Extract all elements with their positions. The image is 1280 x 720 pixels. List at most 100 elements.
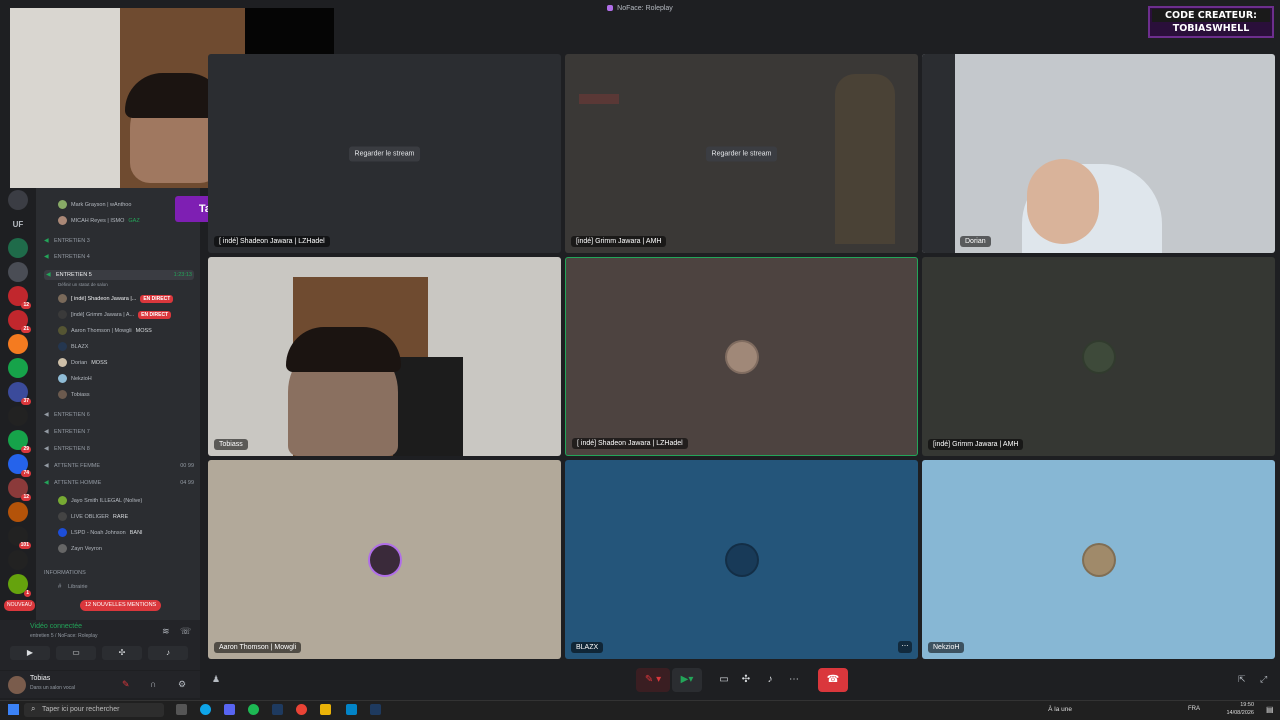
- voice-channel[interactable]: ◀ ENTRETIEN 4: [44, 254, 90, 260]
- voice-user[interactable]: Mark Grayson | wAnthoo: [58, 200, 131, 209]
- app-icon[interactable]: [346, 704, 357, 715]
- clock-time: 19:50: [1240, 702, 1254, 708]
- steam-icon[interactable]: [272, 704, 283, 715]
- taskbar-search[interactable]: Taper ici pour rechercher: [24, 703, 164, 717]
- server-icon[interactable]: [8, 502, 28, 522]
- server-icon[interactable]: [8, 190, 28, 210]
- creator-code-value: TOBIASWHELL: [1172, 23, 1250, 34]
- voice-user[interactable]: Zayn Veyron: [58, 544, 102, 553]
- server-icon[interactable]: 37: [8, 382, 31, 405]
- chrome-icon[interactable]: [296, 704, 307, 715]
- server-icon[interactable]: 1: [8, 574, 31, 597]
- video-tile[interactable]: NekzioH: [922, 460, 1275, 659]
- activities-button[interactable]: ✣: [102, 646, 142, 660]
- spotify-icon[interactable]: [248, 704, 259, 715]
- camera-button[interactable]: ▶▾: [672, 668, 702, 692]
- screen-share-button[interactable]: ▭: [56, 646, 96, 660]
- popout-icon[interactable]: ⇱: [1238, 674, 1246, 685]
- voice-channel[interactable]: ◀ ENTRETIEN 7: [44, 429, 90, 435]
- voice-channel[interactable]: ◀ ATTENTE HOMME 04 99: [44, 480, 194, 486]
- camera-button[interactable]: ▶: [10, 646, 50, 660]
- channel-name: Librairie: [68, 584, 88, 590]
- server-uf[interactable]: UF: [8, 214, 28, 234]
- server-icon[interactable]: 12: [8, 478, 31, 501]
- voice-user[interactable]: LIVE OBLIGER RARE: [58, 512, 128, 521]
- server-icon[interactable]: [8, 262, 28, 282]
- voice-user[interactable]: [indé] Grimm Jawara | A... EN DIRECT: [58, 310, 172, 319]
- voice-user[interactable]: MICAH Reyes | ISMO GAZ: [58, 216, 140, 225]
- stream-tile[interactable]: Regarder le stream [ indé] Shadeon Jawar…: [208, 54, 561, 253]
- text-channel[interactable]: # Librairie: [58, 584, 88, 590]
- voice-user[interactable]: Dorian MOSS: [58, 358, 107, 367]
- server-icon[interactable]: 21: [8, 310, 31, 333]
- voice-channel[interactable]: ◀ ENTRETIEN 6: [44, 412, 90, 418]
- server-icon[interactable]: [8, 238, 28, 258]
- avatar: [58, 342, 67, 351]
- creator-code-label: CODE CREATEUR:: [1152, 9, 1270, 22]
- voice-channel[interactable]: ◀ ENTRETIEN 8: [44, 446, 90, 452]
- edge-icon[interactable]: [200, 704, 211, 715]
- gear-icon[interactable]: ⚙: [178, 679, 186, 690]
- call-controls: ✎ ▾ ▶▾ ▭ ✣ ♪ ⋯ ☎: [636, 668, 848, 692]
- connection-channel[interactable]: entretien 5 / NoFace: Roleplay: [30, 633, 98, 639]
- mute-button[interactable]: ✎ ▾: [636, 668, 670, 692]
- voice-channel-active[interactable]: ◀ ENTRETIEN 5 1:23:13: [44, 270, 194, 280]
- voice-user[interactable]: Jayo Smith ILLEGAL (Nolive): [58, 496, 142, 505]
- server-icon[interactable]: [8, 334, 28, 354]
- server-icon[interactable]: 29: [8, 430, 31, 453]
- noise-suppression-icon[interactable]: ≋: [162, 626, 170, 637]
- windows-start-icon[interactable]: [8, 704, 19, 715]
- headset-icon[interactable]: ∩: [150, 679, 156, 689]
- video-tile[interactable]: Dorian: [922, 54, 1275, 253]
- avatar: [58, 374, 67, 383]
- server-icon[interactable]: 101: [8, 526, 31, 549]
- soundboard-button[interactable]: ♪: [148, 646, 188, 660]
- fullscreen-icon[interactable]: ⤢: [1260, 674, 1267, 685]
- hangup-button[interactable]: ☎: [818, 668, 848, 692]
- voice-user[interactable]: [ indé] Shadeon Jawara |... EN DIRECT: [58, 294, 174, 303]
- video-tile-speaking[interactable]: [ indé] Shadeon Jawara | LZHadel: [565, 257, 918, 456]
- new-mentions-badge[interactable]: 12 NOUVELLES MENTIONS: [80, 600, 162, 611]
- file-explorer-icon[interactable]: [320, 704, 331, 715]
- voice-channel[interactable]: ◀ ENTRETIEN 3: [44, 238, 90, 244]
- server-icon[interactable]: 12: [8, 286, 31, 309]
- notification-icon[interactable]: ▤: [1266, 705, 1274, 714]
- activities-button[interactable]: ✣: [736, 668, 756, 692]
- voice-channel[interactable]: ◀ ATTENTE FEMME 00 99: [44, 463, 194, 469]
- channel-status-hint[interactable]: Définir un statut de salon: [58, 282, 108, 287]
- avatar[interactable]: [8, 676, 26, 694]
- server-icon[interactable]: [8, 550, 28, 570]
- language-indicator[interactable]: FRA: [1188, 706, 1200, 712]
- badge: 74: [21, 470, 31, 477]
- video-tile[interactable]: Aaron Thomson | Mowgli: [208, 460, 561, 659]
- system-clock[interactable]: 19:50 14/08/2026: [1226, 701, 1254, 717]
- video-tile[interactable]: BLAZX ⋯: [565, 460, 918, 659]
- voice-user[interactable]: Tobiass: [58, 390, 90, 399]
- watch-stream-button[interactable]: Regarder le stream: [348, 146, 421, 161]
- voice-user[interactable]: NekzioH: [58, 374, 92, 383]
- server-icon[interactable]: 74: [8, 454, 31, 477]
- server-icon[interactable]: [8, 406, 28, 426]
- avatar: [58, 200, 67, 209]
- category-header[interactable]: INFORMATIONS: [44, 570, 86, 576]
- new-badge[interactable]: NOUVEAU: [4, 600, 35, 611]
- voice-user[interactable]: Aaron Thomson | Mowgli MOSS: [58, 326, 152, 335]
- video-tile[interactable]: Tobiass: [208, 257, 561, 456]
- server-icon[interactable]: [8, 358, 28, 378]
- discord-icon[interactable]: [224, 704, 235, 715]
- video-tile[interactable]: [indé] Grimm Jawara | AMH: [922, 257, 1275, 456]
- soundboard-button[interactable]: ♪: [760, 668, 780, 692]
- task-view-icon[interactable]: [176, 704, 187, 715]
- voice-user[interactable]: BLAZX: [58, 342, 88, 351]
- watch-stream-button[interactable]: Regarder le stream: [705, 146, 778, 161]
- voice-user[interactable]: LSPD - Noah Johnson BANI: [58, 528, 143, 537]
- more-options-button[interactable]: ⋯: [898, 641, 912, 653]
- steam-icon[interactable]: [370, 704, 381, 715]
- disconnect-icon[interactable]: ☏: [180, 626, 191, 637]
- weather-widget[interactable]: À la une: [1048, 706, 1072, 713]
- mute-icon[interactable]: ✎: [122, 679, 130, 690]
- more-options-button[interactable]: ⋯: [784, 668, 804, 692]
- screen-share-button[interactable]: ▭: [714, 668, 734, 692]
- activity-icon[interactable]: ♟: [212, 674, 220, 685]
- stream-tile[interactable]: Regarder le stream [indé] Grimm Jawara |…: [565, 54, 918, 253]
